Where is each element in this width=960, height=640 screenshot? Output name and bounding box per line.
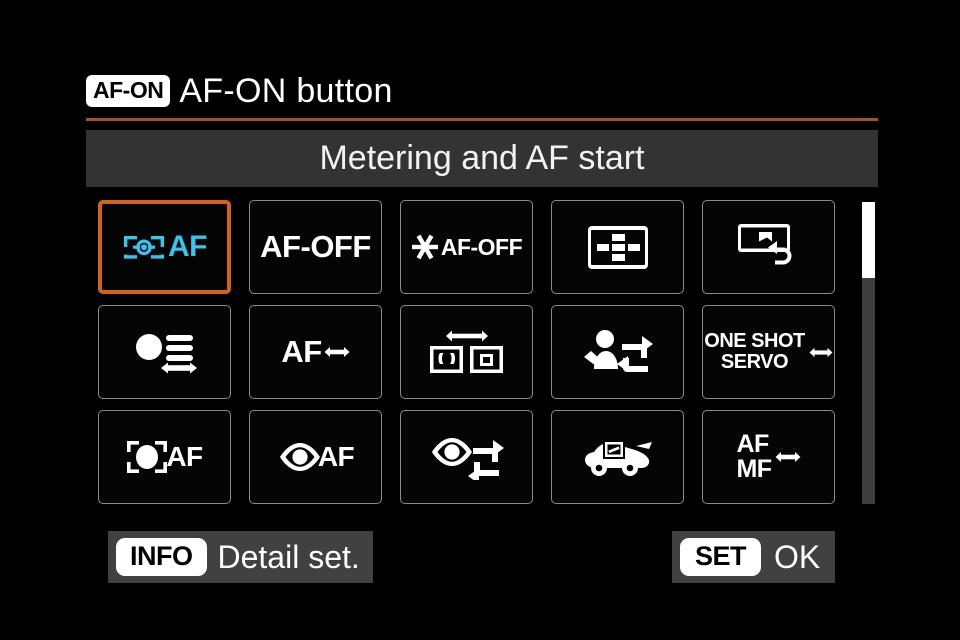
detail-set-button[interactable]: INFO Detail set. xyxy=(108,531,373,583)
tile-label: AF-OFF xyxy=(260,229,371,264)
current-selection-band: Metering and AF start xyxy=(86,130,878,187)
tile-eye-detection-switch[interactable] xyxy=(400,410,533,504)
tile-label-line1: AF xyxy=(736,430,769,458)
page-header: AF-ON AF-ON button xyxy=(86,66,880,116)
af-mf-group: AF MF xyxy=(736,430,801,483)
tile-label: AF-OFF xyxy=(440,233,523,260)
af-switch-icon: AF xyxy=(281,334,350,370)
tile-metering-mode-switch[interactable] xyxy=(98,305,231,399)
asterisk-af-off-icon: AF-OFF xyxy=(411,232,523,262)
af-point-grid-icon xyxy=(587,225,648,269)
set-ok-button[interactable]: SET OK xyxy=(672,531,836,583)
bracket-subject-af-icon: AF xyxy=(126,438,203,476)
tile-metering-and-af-start[interactable]: AF xyxy=(98,200,231,294)
tile-subject-to-detect-switch[interactable] xyxy=(551,305,684,399)
metering-mode-switch-icon xyxy=(135,334,197,374)
tile-af-off[interactable]: AF-OFF xyxy=(249,200,382,294)
tile-label: AF MF xyxy=(736,430,772,483)
af-area-switch-icon xyxy=(429,330,503,373)
tile-af-area-switch[interactable] xyxy=(400,305,533,399)
tile-whole-area-af[interactable]: AF xyxy=(98,410,231,504)
camera-menu-screen: AF-ON AF-ON button Metering and AF start xyxy=(0,0,960,640)
scrollbar-track[interactable] xyxy=(862,202,875,504)
ok-label: OK xyxy=(774,538,821,575)
tile-af-mf-switch[interactable]: AF MF xyxy=(702,410,835,504)
register-recall-icon xyxy=(737,224,791,265)
tile-label: AF xyxy=(168,230,208,263)
option-grid: AF AF-OFF AF-OFF AF ONE SHOT SERVO AF AF… xyxy=(98,200,835,504)
eye-cycle-icon xyxy=(431,438,504,480)
tile-label: AF xyxy=(166,441,203,472)
scrollbar-thumb[interactable] xyxy=(862,202,875,278)
camera-frame-af-icon: AF xyxy=(122,228,208,266)
detail-set-label: Detail set. xyxy=(217,538,360,575)
tile-af-mode-switch[interactable]: AF xyxy=(249,305,382,399)
one-shot-servo-group: ONE SHOT SERVO xyxy=(704,330,833,373)
tile-label-line1: ONE SHOT xyxy=(704,330,805,352)
asterisk-icon xyxy=(411,234,438,260)
eye-af-icon: AF xyxy=(277,441,355,473)
eye-icon xyxy=(279,443,320,471)
tile-vehicle-spot-detection[interactable] xyxy=(551,410,684,504)
double-arrow-icon xyxy=(324,347,350,357)
tile-register-recall-shooting-function[interactable] xyxy=(702,200,835,294)
page-title: AF-ON button xyxy=(179,71,393,110)
double-arrow-icon xyxy=(775,452,801,462)
tile-eye-detection-af[interactable]: AF xyxy=(249,410,382,504)
af-on-button-badge: AF-ON xyxy=(86,75,171,107)
title-divider xyxy=(86,118,878,121)
tile-label-line2: MF xyxy=(736,455,772,483)
person-cycle-icon xyxy=(583,330,653,372)
tile-label: AF xyxy=(281,334,322,369)
tile-one-shot-servo-switch[interactable]: ONE SHOT SERVO xyxy=(702,305,835,399)
set-button-badge: SET xyxy=(680,538,762,576)
tile-af-point-selection[interactable] xyxy=(551,200,684,294)
tile-label: AF xyxy=(317,441,355,472)
camera-frame-icon xyxy=(124,236,164,259)
current-selection-label: Metering and AF start xyxy=(319,139,645,177)
bracket-subject-icon xyxy=(127,441,168,473)
tile-label: ONE SHOT SERVO xyxy=(704,330,805,373)
double-arrow-icon xyxy=(809,347,833,357)
info-button-badge: INFO xyxy=(116,538,207,576)
tile-ae-lock-af-off[interactable]: AF-OFF xyxy=(400,200,533,294)
tile-label-line2: SERVO xyxy=(720,351,789,373)
vehicle-spot-icon xyxy=(584,440,652,476)
